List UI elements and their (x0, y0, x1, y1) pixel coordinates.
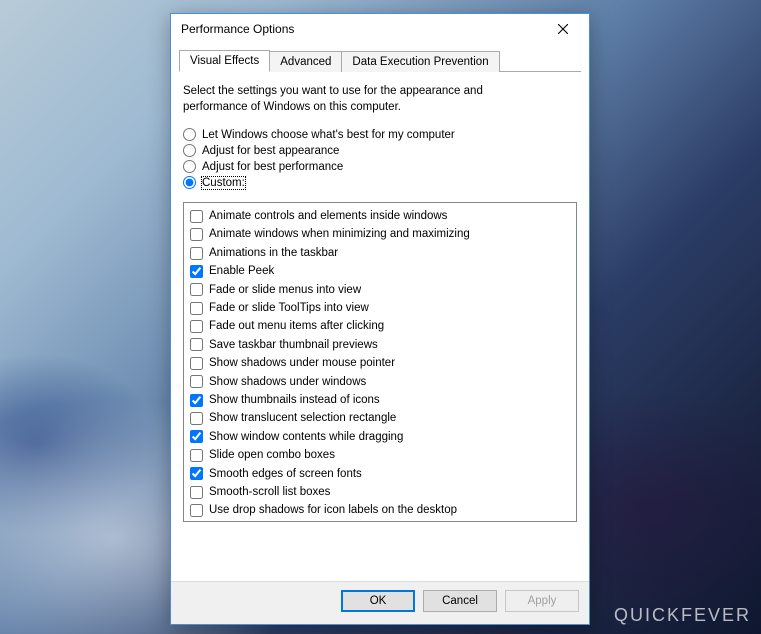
radio-custom[interactable] (183, 176, 196, 189)
check-label-shadows-mouse[interactable]: Show shadows under mouse pointer (209, 354, 395, 372)
radio-best-performance[interactable] (183, 160, 196, 173)
tab-dep[interactable]: Data Execution Prevention (341, 51, 499, 72)
check-row-thumbnails: Show thumbnails instead of icons (190, 391, 570, 409)
check-label-translucent-select[interactable]: Show translucent selection rectangle (209, 409, 396, 427)
titlebar: Performance Options (171, 14, 589, 44)
checkbox-animations-taskbar[interactable] (190, 247, 203, 260)
check-row-animations-taskbar: Animations in the taskbar (190, 244, 570, 262)
radio-group: Let Windows choose what's best for my co… (183, 125, 577, 192)
checkbox-window-contents-drag[interactable] (190, 430, 203, 443)
radio-label-best-performance[interactable]: Adjust for best performance (202, 161, 343, 173)
close-button[interactable] (545, 15, 581, 43)
watermark: QUICKFEVER (614, 605, 751, 626)
radio-row-let-windows[interactable]: Let Windows choose what's best for my co… (183, 128, 577, 141)
check-label-drop-shadows-desktop[interactable]: Use drop shadows for icon labels on the … (209, 501, 457, 519)
checklist-box: Animate controls and elements inside win… (183, 202, 577, 522)
radio-row-custom[interactable]: Custom: (183, 176, 577, 189)
checkbox-shadows-mouse[interactable] (190, 357, 203, 370)
check-label-slide-combo[interactable]: Slide open combo boxes (209, 446, 335, 464)
check-label-fade-menu-items[interactable]: Fade out menu items after clicking (209, 317, 384, 335)
check-row-shadows-windows: Show shadows under windows (190, 373, 570, 391)
check-row-translucent-select: Show translucent selection rectangle (190, 409, 570, 427)
check-label-shadows-windows[interactable]: Show shadows under windows (209, 373, 366, 391)
checkbox-fade-menus[interactable] (190, 283, 203, 296)
close-icon (558, 24, 568, 34)
check-row-shadows-mouse: Show shadows under mouse pointer (190, 354, 570, 372)
ok-button[interactable]: OK (341, 590, 415, 612)
cancel-button[interactable]: Cancel (423, 590, 497, 612)
radio-label-best-appearance[interactable]: Adjust for best appearance (202, 145, 339, 157)
check-row-fade-menu-items: Fade out menu items after clicking (190, 317, 570, 335)
intro-text: Select the settings you want to use for … (183, 84, 523, 115)
checkbox-fade-menu-items[interactable] (190, 320, 203, 333)
check-label-smooth-fonts[interactable]: Smooth edges of screen fonts (209, 465, 362, 483)
apply-button: Apply (505, 590, 579, 612)
tab-strip: Visual EffectsAdvancedData Execution Pre… (179, 50, 581, 72)
check-label-animations-taskbar[interactable]: Animations in the taskbar (209, 244, 338, 262)
check-row-save-taskbar-thumbs: Save taskbar thumbnail previews (190, 336, 570, 354)
checkbox-slide-combo[interactable] (190, 449, 203, 462)
check-label-save-taskbar-thumbs[interactable]: Save taskbar thumbnail previews (209, 336, 378, 354)
radio-label-custom[interactable]: Custom: (202, 177, 245, 189)
checkbox-shadows-windows[interactable] (190, 375, 203, 388)
radio-row-best-performance[interactable]: Adjust for best performance (183, 160, 577, 173)
check-row-smooth-scroll: Smooth-scroll list boxes (190, 483, 570, 501)
tab-visual-effects[interactable]: Visual Effects (179, 50, 270, 72)
check-row-enable-peek: Enable Peek (190, 262, 570, 280)
check-label-smooth-scroll[interactable]: Smooth-scroll list boxes (209, 483, 330, 501)
checkbox-drop-shadows-desktop[interactable] (190, 504, 203, 517)
check-label-enable-peek[interactable]: Enable Peek (209, 262, 274, 280)
check-label-animate-controls[interactable]: Animate controls and elements inside win… (209, 207, 447, 225)
check-label-window-contents-drag[interactable]: Show window contents while dragging (209, 428, 403, 446)
check-label-fade-tooltips[interactable]: Fade or slide ToolTips into view (209, 299, 369, 317)
checkbox-translucent-select[interactable] (190, 412, 203, 425)
radio-let-windows[interactable] (183, 128, 196, 141)
checkbox-animate-minmax[interactable] (190, 228, 203, 241)
radio-label-let-windows[interactable]: Let Windows choose what's best for my co… (202, 129, 455, 141)
checkbox-enable-peek[interactable] (190, 265, 203, 278)
checkbox-fade-tooltips[interactable] (190, 302, 203, 315)
check-row-window-contents-drag: Show window contents while dragging (190, 428, 570, 446)
check-label-thumbnails[interactable]: Show thumbnails instead of icons (209, 391, 380, 409)
check-row-drop-shadows-desktop: Use drop shadows for icon labels on the … (190, 501, 570, 519)
check-label-fade-menus[interactable]: Fade or slide menus into view (209, 281, 361, 299)
performance-options-dialog: Performance Options Visual EffectsAdvanc… (170, 13, 590, 625)
checkbox-save-taskbar-thumbs[interactable] (190, 338, 203, 351)
tab-body-visual-effects: Select the settings you want to use for … (171, 72, 589, 581)
check-label-animate-minmax[interactable]: Animate windows when minimizing and maxi… (209, 225, 470, 243)
checkbox-smooth-scroll[interactable] (190, 486, 203, 499)
check-row-animate-minmax: Animate windows when minimizing and maxi… (190, 225, 570, 243)
dialog-title: Performance Options (181, 22, 545, 36)
check-row-slide-combo: Slide open combo boxes (190, 446, 570, 464)
checkbox-thumbnails[interactable] (190, 394, 203, 407)
check-row-animate-controls: Animate controls and elements inside win… (190, 207, 570, 225)
dialog-button-row: OK Cancel Apply (171, 581, 589, 624)
check-row-fade-menus: Fade or slide menus into view (190, 281, 570, 299)
tab-advanced[interactable]: Advanced (269, 51, 342, 72)
check-row-smooth-fonts: Smooth edges of screen fonts (190, 465, 570, 483)
radio-best-appearance[interactable] (183, 144, 196, 157)
checkbox-animate-controls[interactable] (190, 210, 203, 223)
checkbox-smooth-fonts[interactable] (190, 467, 203, 480)
check-row-fade-tooltips: Fade or slide ToolTips into view (190, 299, 570, 317)
radio-row-best-appearance[interactable]: Adjust for best appearance (183, 144, 577, 157)
